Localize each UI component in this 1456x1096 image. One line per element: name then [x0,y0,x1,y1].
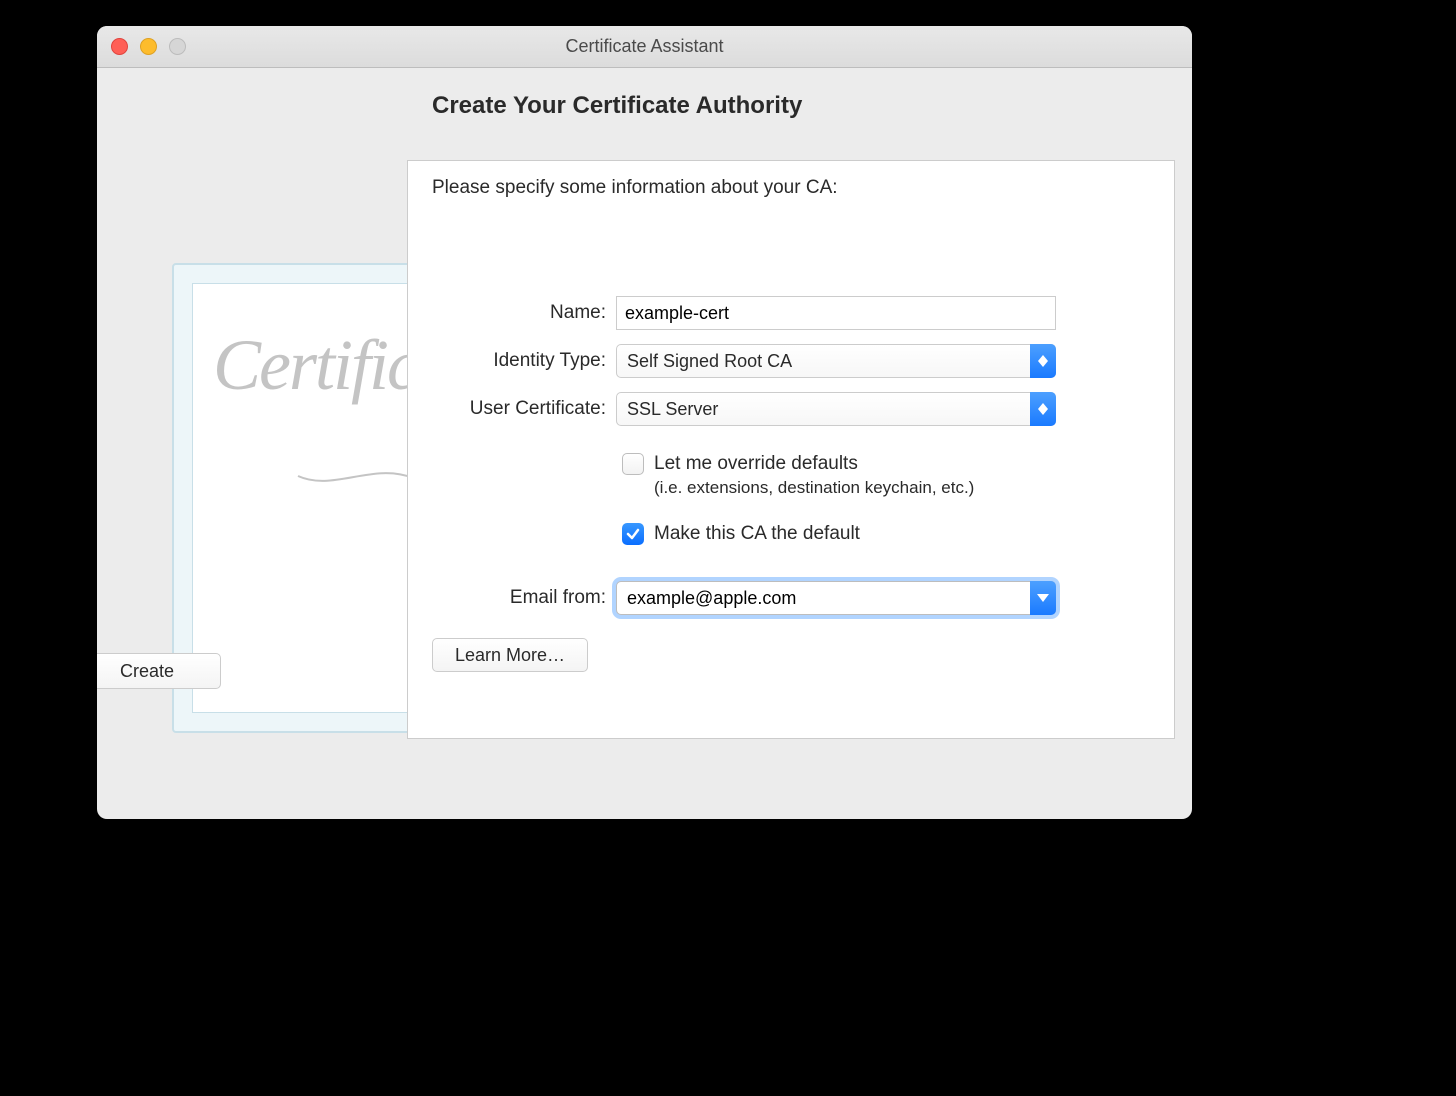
user-certificate-row: User Certificate: SSL Server [426,392,1056,426]
email-from-label: Email from: [426,587,606,609]
updown-arrows-icon [1030,392,1056,426]
certificate-assistant-window: Certificate Assistant Certificate Cre [97,26,1192,819]
override-defaults-row: Let me override defaults (i.e. extension… [622,453,974,498]
zoom-window-button [169,38,186,55]
name-label: Name: [426,302,606,324]
user-certificate-value: SSL Server [616,392,1056,426]
identity-type-row: Identity Type: Self Signed Root CA [426,344,1056,378]
learn-more-button[interactable]: Learn More… [432,638,588,672]
chevron-down-icon[interactable] [1030,581,1056,615]
name-field-row: Name: [426,296,1056,330]
make-default-label: Make this CA the default [654,523,860,545]
identity-type-select[interactable]: Self Signed Root CA [616,344,1056,378]
override-defaults-text: Let me override defaults (i.e. extension… [654,453,974,498]
form-panel: Please specify some information about yo… [407,160,1175,739]
page-heading: Create Your Certificate Authority [432,92,1192,120]
override-defaults-label: Let me override defaults [654,453,974,475]
close-window-button[interactable] [111,38,128,55]
updown-arrows-icon [1030,344,1056,378]
email-from-row: Email from: [426,581,1056,615]
identity-type-value: Self Signed Root CA [616,344,1056,378]
make-default-row: Make this CA the default [622,523,860,545]
user-certificate-label: User Certificate: [426,398,606,420]
create-button[interactable]: Create [97,653,221,689]
identity-type-label: Identity Type: [426,350,606,372]
traffic-lights [111,38,186,55]
make-default-checkbox[interactable] [622,523,644,545]
user-certificate-select[interactable]: SSL Server [616,392,1056,426]
make-default-text: Make this CA the default [654,523,860,545]
titlebar: Certificate Assistant [97,26,1192,68]
email-from-input[interactable] [616,581,1056,615]
email-from-combo[interactable] [616,581,1056,615]
override-defaults-checkbox[interactable] [622,453,644,475]
panel-description: Please specify some information about yo… [432,177,838,199]
minimize-window-button[interactable] [140,38,157,55]
override-defaults-subtext: (i.e. extensions, destination keychain, … [654,478,974,498]
window-title: Certificate Assistant [97,36,1192,57]
content-area: Certificate Create Your Certificate Auth… [97,68,1192,819]
name-input[interactable] [616,296,1056,330]
